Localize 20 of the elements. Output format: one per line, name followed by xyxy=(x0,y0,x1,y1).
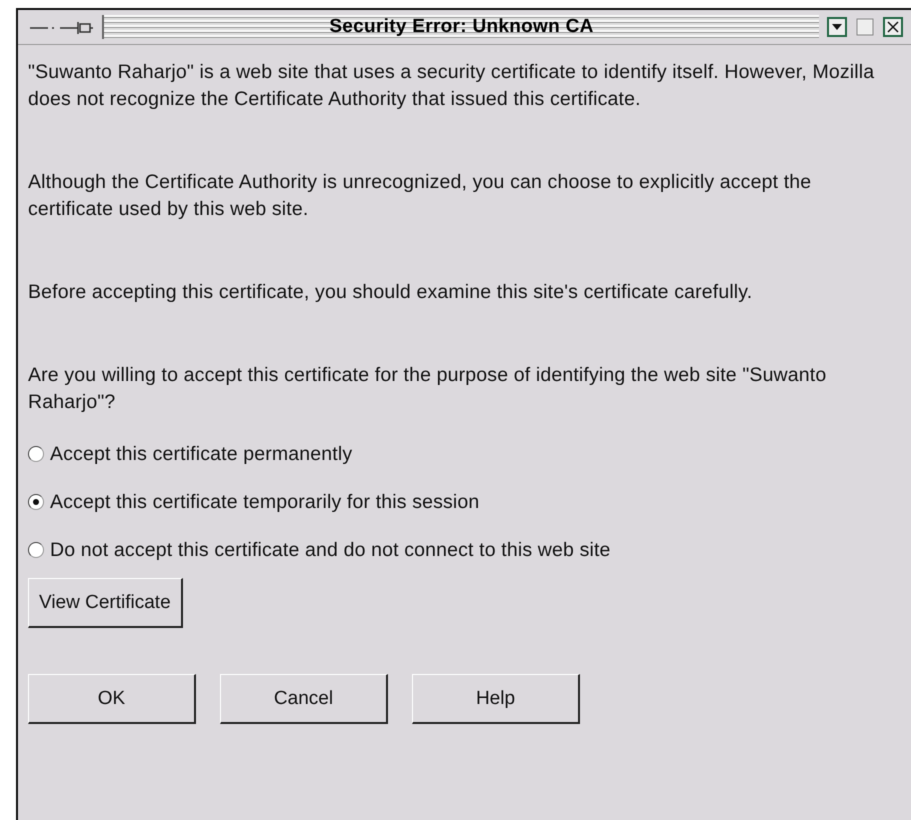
title-bar[interactable]: Security Error: Unknown CA xyxy=(102,15,819,39)
paragraph: Are you willing to accept this certificate for the purpose of identifying the web site "Suwanto Raharjo"? xyxy=(28,363,828,415)
close-icon[interactable] xyxy=(883,17,903,37)
dialog-button[interactable]: Cancel xyxy=(220,674,388,724)
window-title: Security Error: Unknown CA xyxy=(328,16,595,38)
radio-label[interactable]: Do not accept this certificate and do not connect to this web site xyxy=(50,538,611,562)
dialog-button[interactable]: OK xyxy=(28,674,196,724)
radio-button[interactable] xyxy=(28,542,44,558)
radio-label[interactable]: Accept this certificate permanently xyxy=(50,442,352,466)
maximize-icon[interactable] xyxy=(855,17,875,37)
pin-icon[interactable] xyxy=(30,19,94,35)
radio-button[interactable] xyxy=(28,494,44,510)
dialog-button[interactable]: Help xyxy=(412,674,580,724)
paragraph: "Suwanto Raharjo" is a web site that uses a security certificate to identify itself. However, Mozilla does not recognize the Certificate Authority that issued this certificate. xyxy=(28,60,876,112)
radio-button[interactable] xyxy=(28,446,44,462)
paragraph: Before accepting this certificate, you should examine this site's certificate carefully. xyxy=(28,280,754,305)
view-certificate-button[interactable]: View Certificate xyxy=(28,578,183,628)
radio-label[interactable]: Accept this certificate temporarily for this session xyxy=(50,490,480,514)
paragraph: Although the Certificate Authority is unrecognized, you can choose to explicitly accept the certificate used by this web site. xyxy=(28,170,812,222)
menu-icon[interactable] xyxy=(827,17,847,37)
